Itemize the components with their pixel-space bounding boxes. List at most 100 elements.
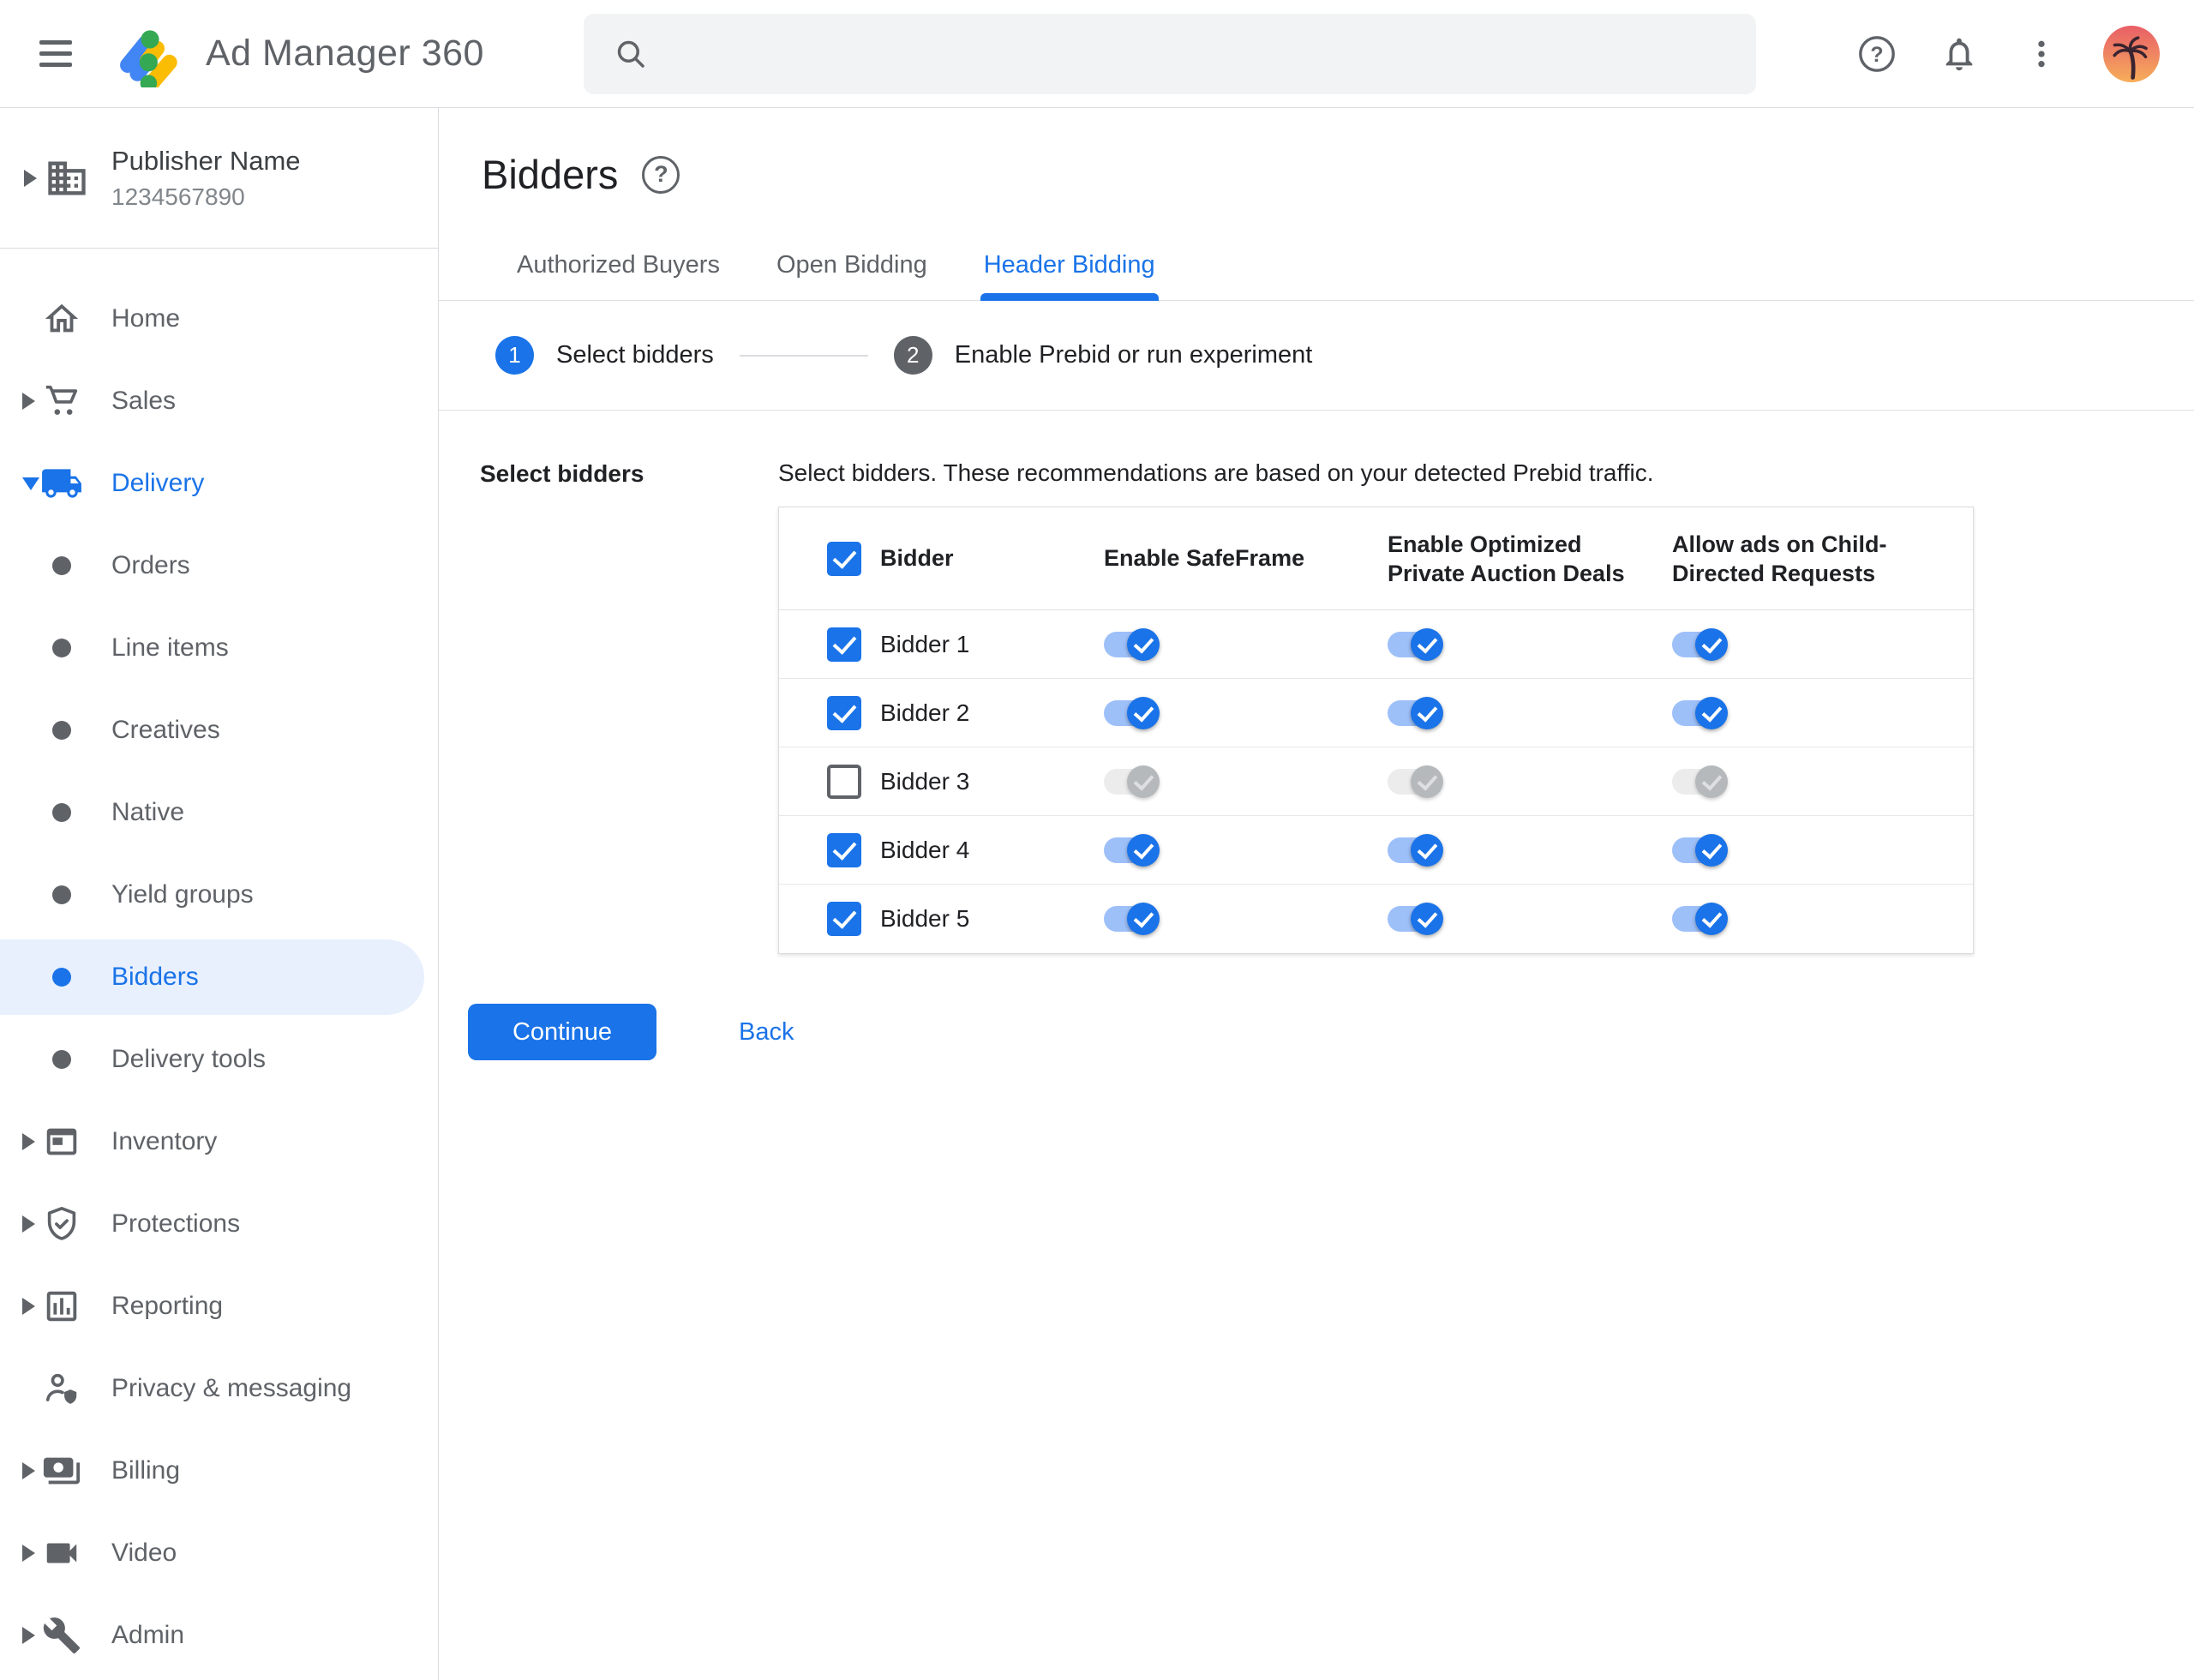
bidder-name: Bidder 2 bbox=[880, 699, 970, 726]
publisher-name: Publisher Name bbox=[111, 145, 301, 176]
chevron-right-icon bbox=[22, 1133, 35, 1150]
chevron-right-icon bbox=[22, 393, 35, 410]
chevron-right-icon bbox=[22, 1462, 35, 1479]
row-checkbox[interactable] bbox=[827, 764, 861, 799]
notifications-icon[interactable] bbox=[1939, 33, 1980, 75]
sidebar-item-bidders[interactable]: Bidders bbox=[0, 936, 438, 1018]
sidebar-item-video[interactable]: Video bbox=[0, 1512, 438, 1594]
page-title: Bidders bbox=[482, 152, 619, 197]
safeframe-toggle[interactable] bbox=[1104, 833, 1160, 867]
step-connector bbox=[739, 354, 868, 357]
column-header-bidder: Bidder bbox=[880, 545, 954, 571]
search-bar[interactable] bbox=[583, 13, 1756, 94]
optimized-deals-toggle[interactable] bbox=[1388, 902, 1444, 936]
section-label: Select bidders bbox=[480, 460, 644, 487]
row-checkbox[interactable] bbox=[827, 627, 861, 662]
sidebar: Publisher Name 1234567890 Home Sales Del… bbox=[0, 108, 439, 1680]
topbar-actions: ? bbox=[1856, 25, 2160, 82]
bar-chart-icon bbox=[46, 1291, 77, 1322]
account-avatar[interactable] bbox=[2103, 25, 2160, 82]
shopping-cart-icon bbox=[45, 385, 78, 415]
sidebar-item-privacy-messaging[interactable]: Privacy & messaging bbox=[0, 1347, 438, 1430]
main-content: Bidders ? Authorized Buyers Open Bidding… bbox=[439, 108, 2194, 1680]
child-directed-toggle[interactable] bbox=[1672, 902, 1729, 936]
optimized-deals-toggle[interactable] bbox=[1388, 627, 1444, 662]
step-1-badge: 1 bbox=[495, 336, 534, 375]
chevron-right-icon bbox=[22, 1298, 35, 1315]
sidebar-item-creatives[interactable]: Creatives bbox=[0, 689, 438, 771]
child-directed-toggle[interactable] bbox=[1672, 833, 1729, 867]
top-app-bar: Ad Manager 360 ? bbox=[0, 0, 2194, 108]
bidder-name: Bidder 3 bbox=[880, 767, 970, 795]
video-camera-icon bbox=[46, 1543, 77, 1563]
safeframe-toggle[interactable] bbox=[1104, 696, 1160, 730]
sidebar-item-reporting[interactable]: Reporting bbox=[0, 1265, 438, 1347]
step-enable-prebid: 2 Enable Prebid or run experiment bbox=[893, 336, 1312, 375]
section-description: Select bidders. These recommendations ar… bbox=[778, 459, 1654, 486]
select-all-checkbox[interactable] bbox=[827, 541, 861, 576]
back-link[interactable]: Back bbox=[739, 1018, 794, 1047]
bullet-icon bbox=[52, 803, 71, 822]
help-icon[interactable]: ? bbox=[1856, 33, 1897, 75]
page-help-icon[interactable]: ? bbox=[642, 155, 680, 194]
step-2-badge: 2 bbox=[893, 336, 932, 375]
sidebar-item-native[interactable]: Native bbox=[0, 771, 438, 854]
sidebar-item-delivery[interactable]: Delivery bbox=[0, 442, 438, 525]
stepper: 1 Select bidders 2 Enable Prebid or run … bbox=[439, 301, 2194, 411]
sidebar-item-admin[interactable]: Admin bbox=[0, 1594, 438, 1677]
row-checkbox[interactable] bbox=[827, 902, 861, 936]
organization-building-icon bbox=[48, 161, 86, 195]
safeframe-toggle[interactable] bbox=[1104, 627, 1160, 662]
sidebar-item-orders[interactable]: Orders bbox=[0, 525, 438, 607]
row-checkbox[interactable] bbox=[827, 695, 861, 730]
tab-authorized-buyers[interactable]: Authorized Buyers bbox=[517, 251, 720, 300]
chevron-right-icon bbox=[22, 1627, 35, 1644]
chevron-right-icon bbox=[24, 169, 37, 187]
table-row-bidder-2: Bidder 2 bbox=[779, 679, 1973, 747]
inventory-frame-icon bbox=[46, 1128, 77, 1155]
sidebar-item-billing[interactable]: Billing bbox=[0, 1430, 438, 1512]
column-header-optimized-deals: Enable Optimized Private Auction Deals bbox=[1388, 531, 1625, 586]
person-shield-icon bbox=[45, 1373, 77, 1404]
safeframe-toggle[interactable] bbox=[1104, 902, 1160, 936]
publisher-switcher[interactable]: Publisher Name 1234567890 bbox=[0, 108, 438, 249]
continue-button[interactable]: Continue bbox=[468, 1004, 656, 1060]
safeframe-toggle bbox=[1104, 765, 1160, 799]
publisher-id: 1234567890 bbox=[111, 183, 245, 210]
row-checkbox[interactable] bbox=[827, 832, 861, 867]
child-directed-toggle[interactable] bbox=[1672, 627, 1729, 662]
search-input[interactable] bbox=[648, 13, 1756, 94]
table-row-bidder-4: Bidder 4 bbox=[779, 816, 1973, 885]
child-directed-toggle[interactable] bbox=[1672, 696, 1729, 730]
sidebar-item-inventory[interactable]: Inventory bbox=[0, 1101, 438, 1183]
palm-tree-icon bbox=[2113, 35, 2148, 80]
table-header-row: Bidder Enable SafeFrame Enable Optimized… bbox=[779, 507, 1973, 610]
overflow-menu-icon[interactable] bbox=[2021, 33, 2062, 75]
tab-header-bidding[interactable]: Header Bidding bbox=[980, 251, 1159, 301]
bullet-icon bbox=[52, 1050, 71, 1069]
optimized-deals-toggle[interactable] bbox=[1388, 696, 1444, 730]
wrench-icon bbox=[43, 1617, 81, 1654]
sidebar-item-delivery-tools[interactable]: Delivery tools bbox=[0, 1018, 438, 1101]
menu-icon[interactable] bbox=[39, 35, 77, 73]
bidder-name: Bidder 4 bbox=[880, 836, 970, 863]
bidder-name: Bidder 5 bbox=[880, 905, 970, 932]
bidder-name: Bidder 1 bbox=[880, 630, 970, 657]
optimized-deals-toggle[interactable] bbox=[1388, 833, 1444, 867]
sidebar-item-home[interactable]: Home bbox=[0, 278, 438, 360]
tab-open-bidding[interactable]: Open Bidding bbox=[776, 251, 927, 300]
column-header-child-directed: Allow ads on Child-Directed Requests bbox=[1672, 531, 1887, 586]
shield-check-icon bbox=[47, 1206, 76, 1240]
sidebar-item-line-items[interactable]: Line items bbox=[0, 607, 438, 689]
step-select-bidders: 1 Select bidders bbox=[495, 336, 714, 375]
child-directed-toggle bbox=[1672, 765, 1729, 799]
ad-manager-logo-icon bbox=[120, 29, 177, 87]
app-title: Ad Manager 360 bbox=[206, 33, 484, 74]
sidebar-item-yield-groups[interactable]: Yield groups bbox=[0, 854, 438, 936]
table-row-bidder-5: Bidder 5 bbox=[779, 885, 1973, 953]
delivery-truck-icon bbox=[42, 469, 81, 498]
sidebar-item-protections[interactable]: Protections bbox=[0, 1183, 438, 1265]
chevron-right-icon bbox=[22, 1215, 35, 1233]
table-row-bidder-3: Bidder 3 bbox=[779, 747, 1973, 816]
sidebar-item-sales[interactable]: Sales bbox=[0, 360, 438, 442]
